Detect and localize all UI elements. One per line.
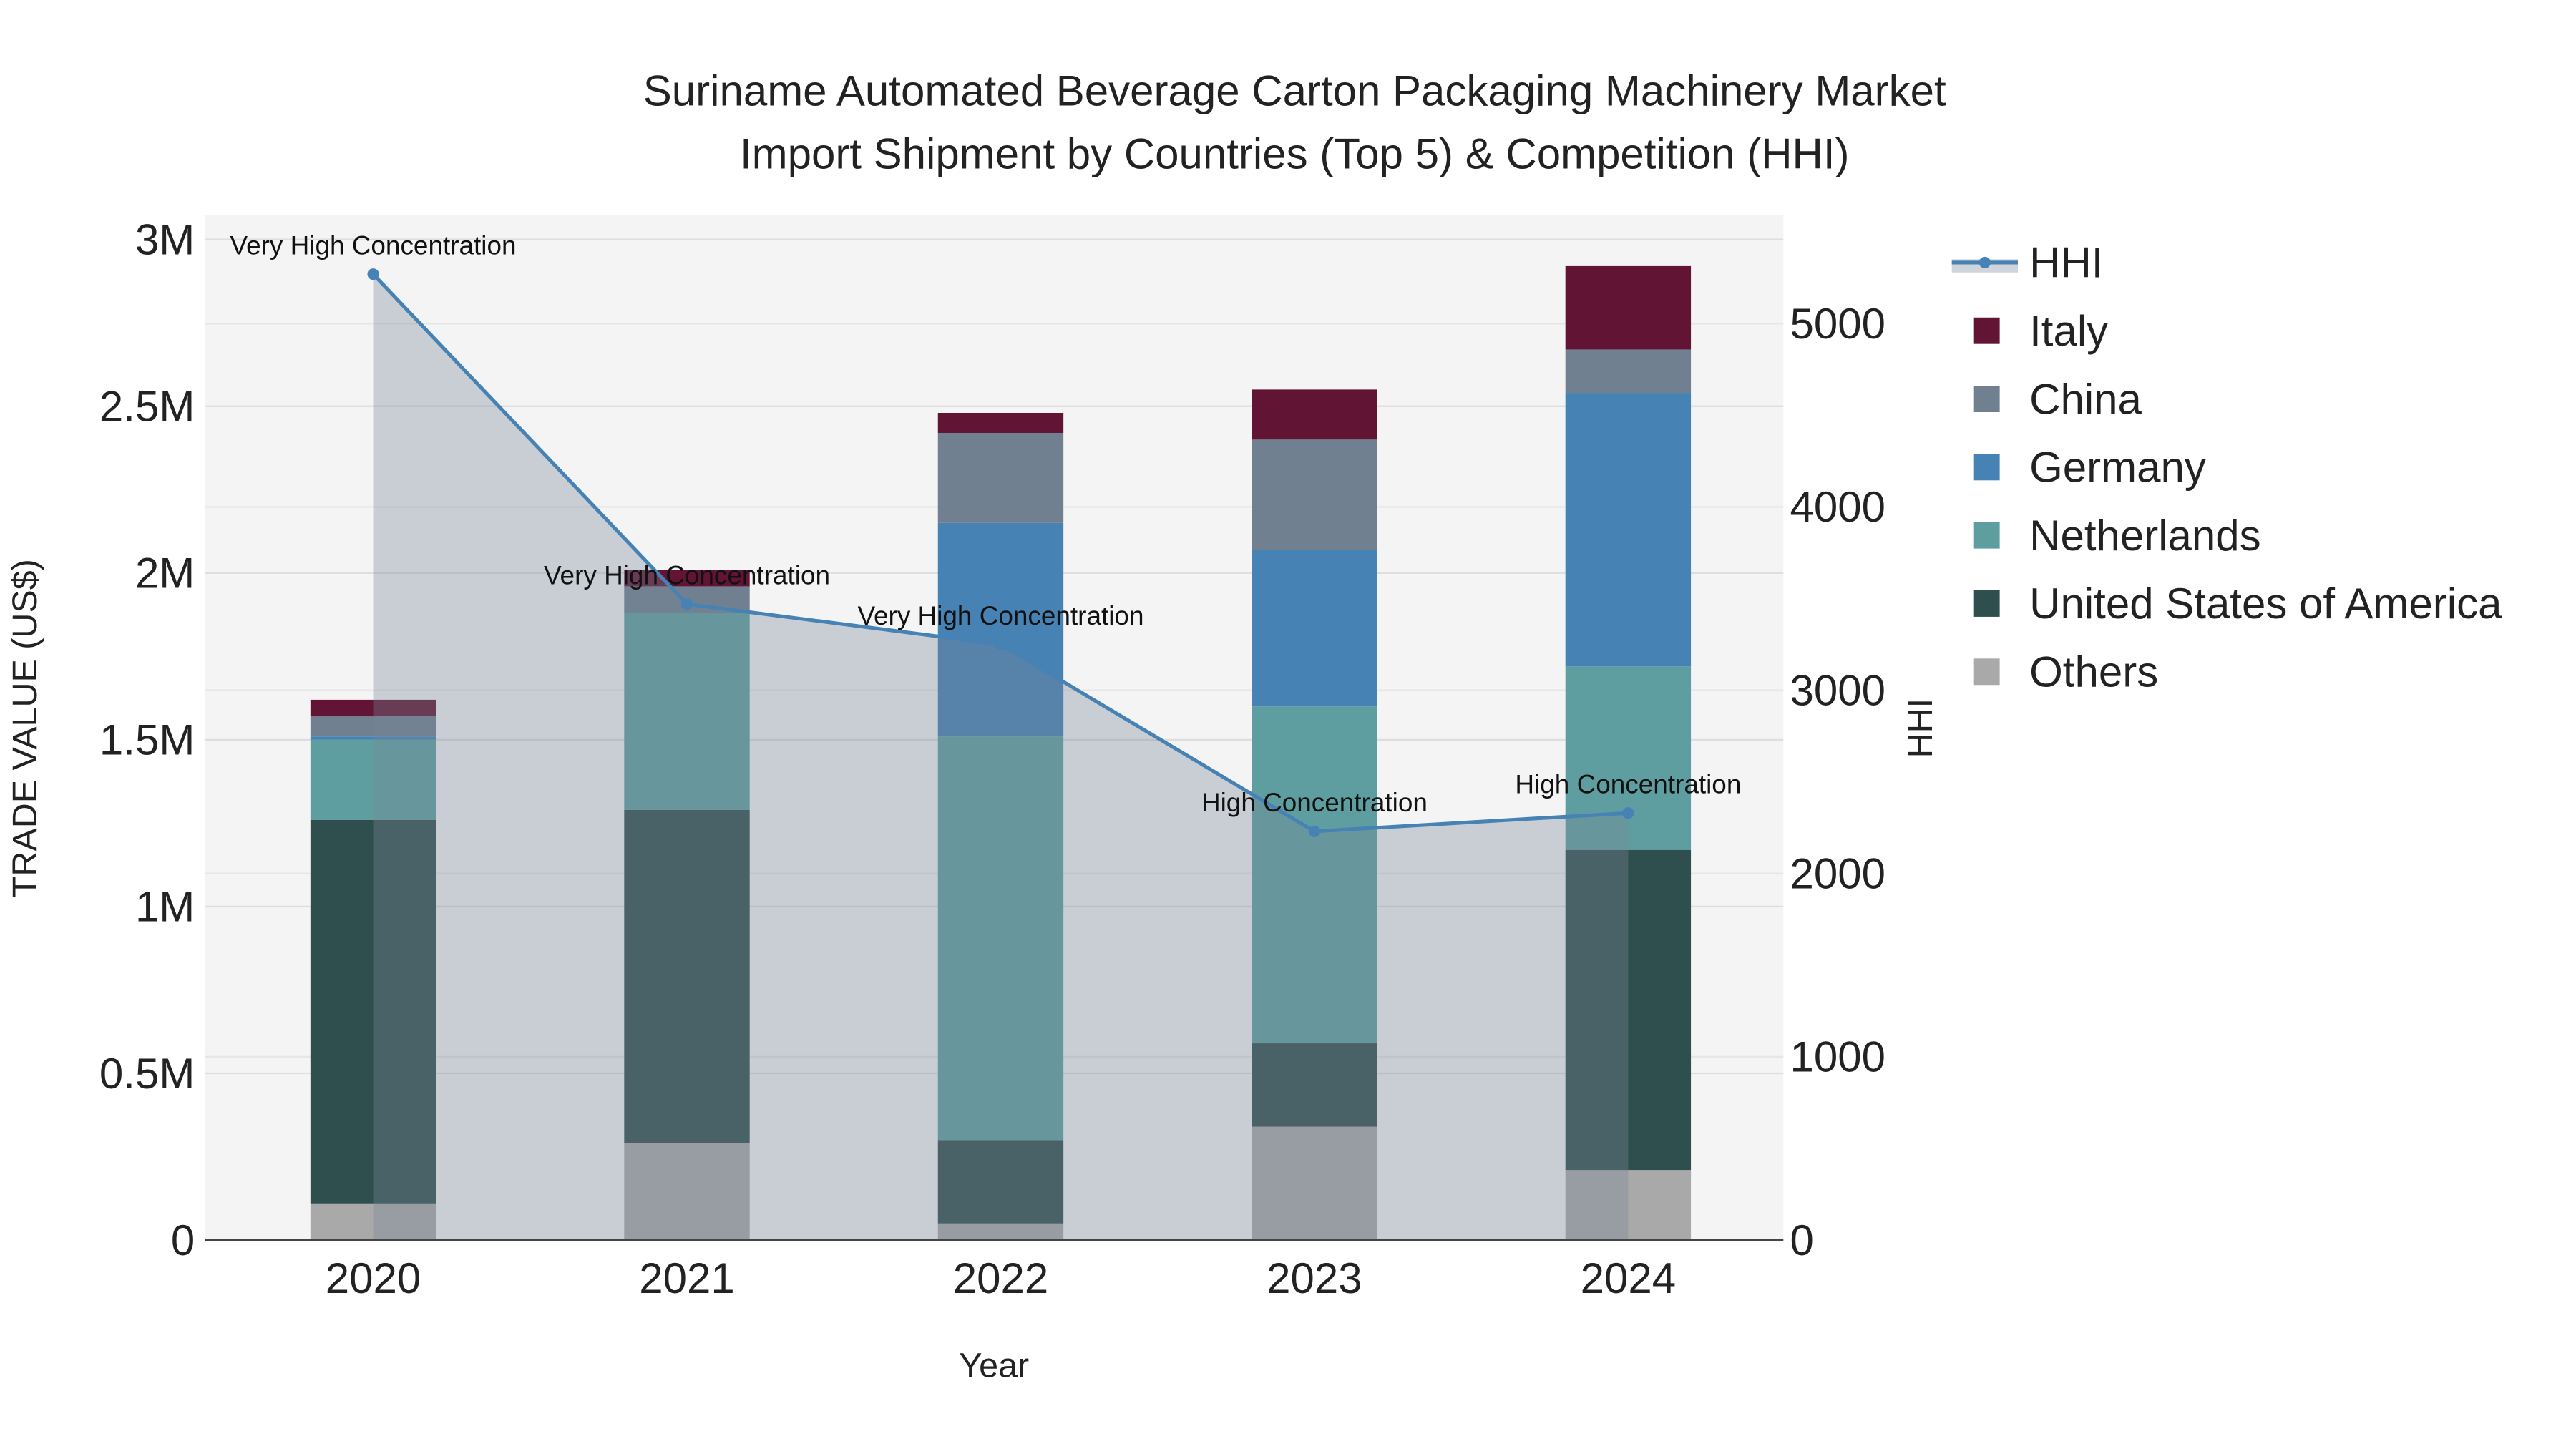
- hhi-annotation: Very High Concentration: [230, 230, 517, 260]
- y2-tick-label: 0: [1790, 1216, 1814, 1264]
- hhi-point-2021[interactable]: [680, 598, 693, 610]
- hhi-point-2024[interactable]: [1622, 807, 1634, 819]
- y2-axis-label: HHI: [1901, 698, 1940, 758]
- x-tick-label: 2024: [1581, 1254, 1676, 1302]
- legend-swatch: [1973, 590, 2000, 617]
- y2-tick-label: 3000: [1790, 666, 1885, 714]
- y-axis-label: TRADE VALUE (US$): [6, 559, 44, 897]
- legend-label: Netherlands: [2029, 512, 2261, 560]
- legend-swatch: [1973, 658, 2000, 686]
- bar-china-2022[interactable]: [937, 432, 1064, 523]
- legend-label: Italy: [2029, 307, 2108, 355]
- chart: Very High Concentration Very High Concent…: [6, 67, 2502, 1385]
- y-tick-label: 1M: [135, 883, 195, 931]
- legend-label: HHI: [2029, 239, 2103, 287]
- legend-swatch: [1973, 454, 2000, 481]
- y-tick-label: 1.5M: [99, 716, 195, 764]
- chart-title-line2: Import Shipment by Countries (Top 5) & C…: [740, 130, 1850, 177]
- legend-item-germany[interactable]: Germany: [1973, 444, 2206, 492]
- x-tick-label: 2020: [326, 1254, 421, 1302]
- y2-tick-label: 5000: [1790, 300, 1885, 348]
- y-tick-label: 3M: [135, 215, 195, 263]
- y-tick-label: 2M: [135, 550, 195, 597]
- legend-swatch-marker: [1979, 256, 1991, 268]
- y-tick-label: 0.5M: [99, 1050, 195, 1098]
- x-tick-label: 2023: [1267, 1254, 1362, 1302]
- bar-china-2023[interactable]: [1252, 439, 1377, 550]
- y2-tick-label: 1000: [1790, 1033, 1885, 1081]
- bar-germany-2024[interactable]: [1565, 393, 1692, 667]
- legend-item-others[interactable]: Others: [1973, 648, 2159, 696]
- y-tick-label: 2.5M: [99, 382, 195, 430]
- x-tick-label: 2022: [953, 1254, 1048, 1302]
- hhi-point-2020[interactable]: [367, 268, 379, 280]
- hhi-annotation: Very High Concentration: [544, 561, 830, 590]
- legend-label: United States of America: [2029, 580, 2502, 628]
- bar-china-2024[interactable]: [1565, 349, 1692, 394]
- chart-title-line1: Suriname Automated Beverage Carton Packa…: [643, 67, 1946, 115]
- legend-item-hhi[interactable]: HHI: [1951, 239, 2104, 287]
- y-tick-label: 0: [171, 1216, 195, 1264]
- x-tick-label: 2021: [639, 1254, 734, 1302]
- legend-swatch: [1973, 386, 2000, 412]
- bar-italy-2023[interactable]: [1252, 389, 1377, 440]
- legend-item-united-states-of-america[interactable]: United States of America: [1973, 580, 2502, 628]
- hhi-annotation: Very High Concentration: [857, 601, 1143, 630]
- bar-italy-2024[interactable]: [1565, 265, 1692, 350]
- x-axis-label: Year: [959, 1347, 1029, 1385]
- legend-label: China: [2029, 375, 2142, 423]
- y2-tick-label: 2000: [1790, 850, 1885, 898]
- hhi-annotation: High Concentration: [1515, 770, 1741, 799]
- legend-swatch: [1973, 317, 2000, 344]
- hhi-annotation: High Concentration: [1201, 788, 1428, 817]
- legend-label: Germany: [2029, 444, 2206, 492]
- bar-italy-2022[interactable]: [937, 413, 1064, 433]
- legend-item-italy[interactable]: Italy: [1973, 307, 2109, 355]
- legend-item-china[interactable]: China: [1973, 375, 2142, 423]
- y2-tick-label: 4000: [1790, 483, 1885, 531]
- hhi-point-2023[interactable]: [1308, 825, 1320, 837]
- hhi-point-2022[interactable]: [995, 638, 1007, 650]
- legend-swatch: [1973, 522, 2000, 549]
- bar-germany-2023[interactable]: [1252, 550, 1377, 707]
- legend-label: Others: [2029, 648, 2158, 696]
- legend-item-netherlands[interactable]: Netherlands: [1973, 512, 2261, 560]
